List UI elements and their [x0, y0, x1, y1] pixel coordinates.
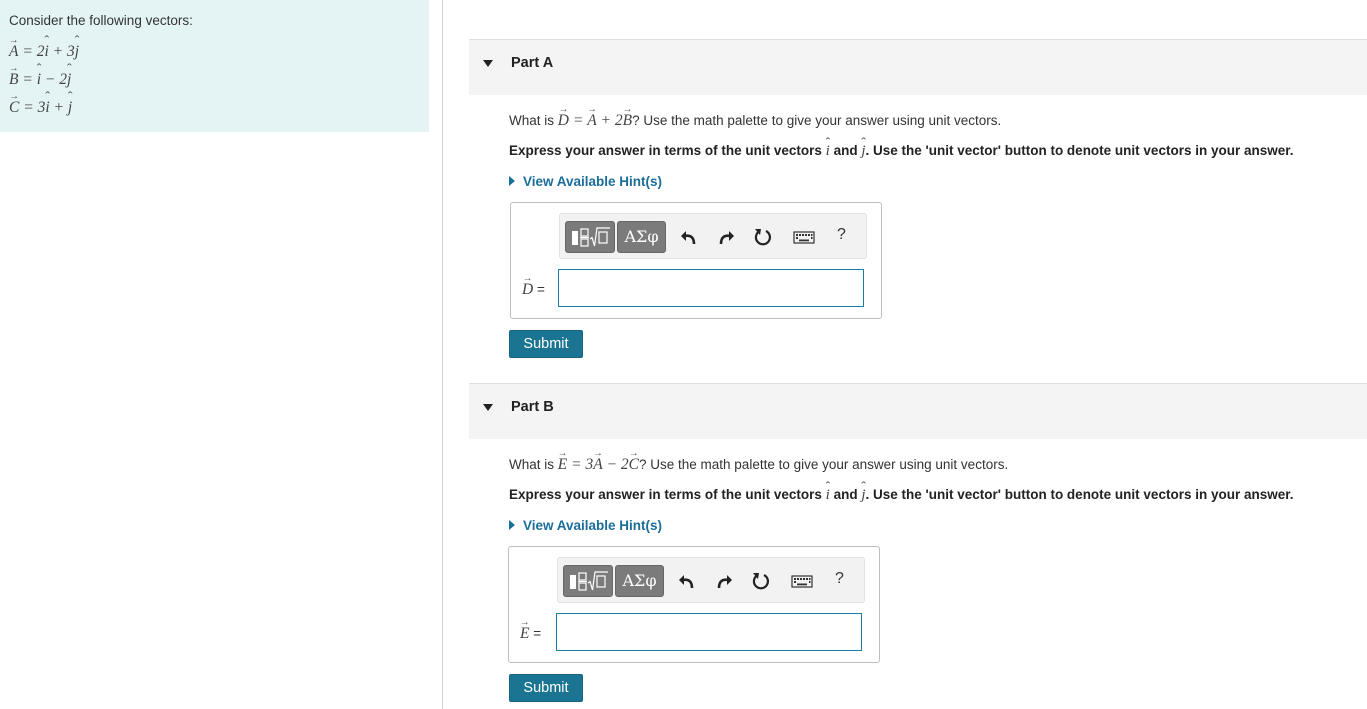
greek-symbols-button[interactable]: ΑΣφ [617, 221, 666, 253]
part-a-title[interactable]: Part A [511, 55, 553, 71]
vector-a-definition: A = 2i + 3j [9, 35, 79, 61]
part-a-submit-button[interactable]: Submit [509, 330, 583, 358]
part-b-answer-input[interactable] [556, 613, 862, 651]
part-a-question: What is D = A + 2B? Use the math palette… [509, 105, 1001, 130]
part-a-instruction: Express your answer in terms of the unit… [509, 136, 1294, 160]
part-b-question: What is E = 3A − 2C? Use the math palett… [509, 449, 1008, 474]
reset-icon[interactable] [752, 226, 774, 248]
undo-icon[interactable] [678, 226, 700, 248]
column-divider [442, 0, 443, 709]
templates-icon[interactable] [565, 221, 615, 253]
part-b-title[interactable]: Part B [511, 399, 554, 415]
vector-b-definition: B = i − 2j [9, 63, 72, 89]
part-b-submit-button[interactable]: Submit [509, 674, 583, 702]
math-palette-toolbar: ΑΣφ ? [559, 213, 867, 259]
part-b-view-hints-link[interactable]: View Available Hint(s) [509, 518, 662, 533]
templates-icon[interactable] [563, 565, 613, 597]
keyboard-icon[interactable] [793, 226, 815, 248]
greek-symbols-button[interactable]: ΑΣφ [615, 565, 664, 597]
part-b-header[interactable] [469, 383, 1367, 439]
part-b-answer-box: ΑΣφ ? E = [508, 546, 880, 663]
vector-c-definition: C = 3i + j [9, 91, 72, 117]
answer-variable-label: E = [520, 618, 541, 643]
problem-intro-panel: Consider the following vectors: A = 2i +… [0, 0, 429, 132]
collapse-caret-icon[interactable] [483, 60, 493, 67]
reset-icon[interactable] [750, 570, 772, 592]
part-a-header[interactable] [469, 39, 1367, 95]
keyboard-icon[interactable] [791, 570, 813, 592]
redo-icon[interactable] [715, 226, 737, 248]
part-a-view-hints-link[interactable]: View Available Hint(s) [509, 174, 662, 189]
expand-triangle-icon [509, 520, 515, 531]
redo-icon[interactable] [713, 570, 735, 592]
help-icon[interactable]: ? [835, 570, 844, 588]
part-a-answer-input[interactable] [558, 269, 864, 307]
expand-triangle-icon [509, 176, 515, 187]
help-icon[interactable]: ? [837, 226, 846, 244]
collapse-caret-icon[interactable] [483, 404, 493, 411]
intro-text: Consider the following vectors: [9, 13, 193, 28]
part-b-instruction: Express your answer in terms of the unit… [509, 480, 1294, 504]
undo-icon[interactable] [676, 570, 698, 592]
part-a-answer-box: ΑΣφ ? D = [510, 202, 882, 319]
answer-variable-label: D = [522, 274, 545, 299]
math-palette-toolbar: ΑΣφ ? [557, 557, 865, 603]
